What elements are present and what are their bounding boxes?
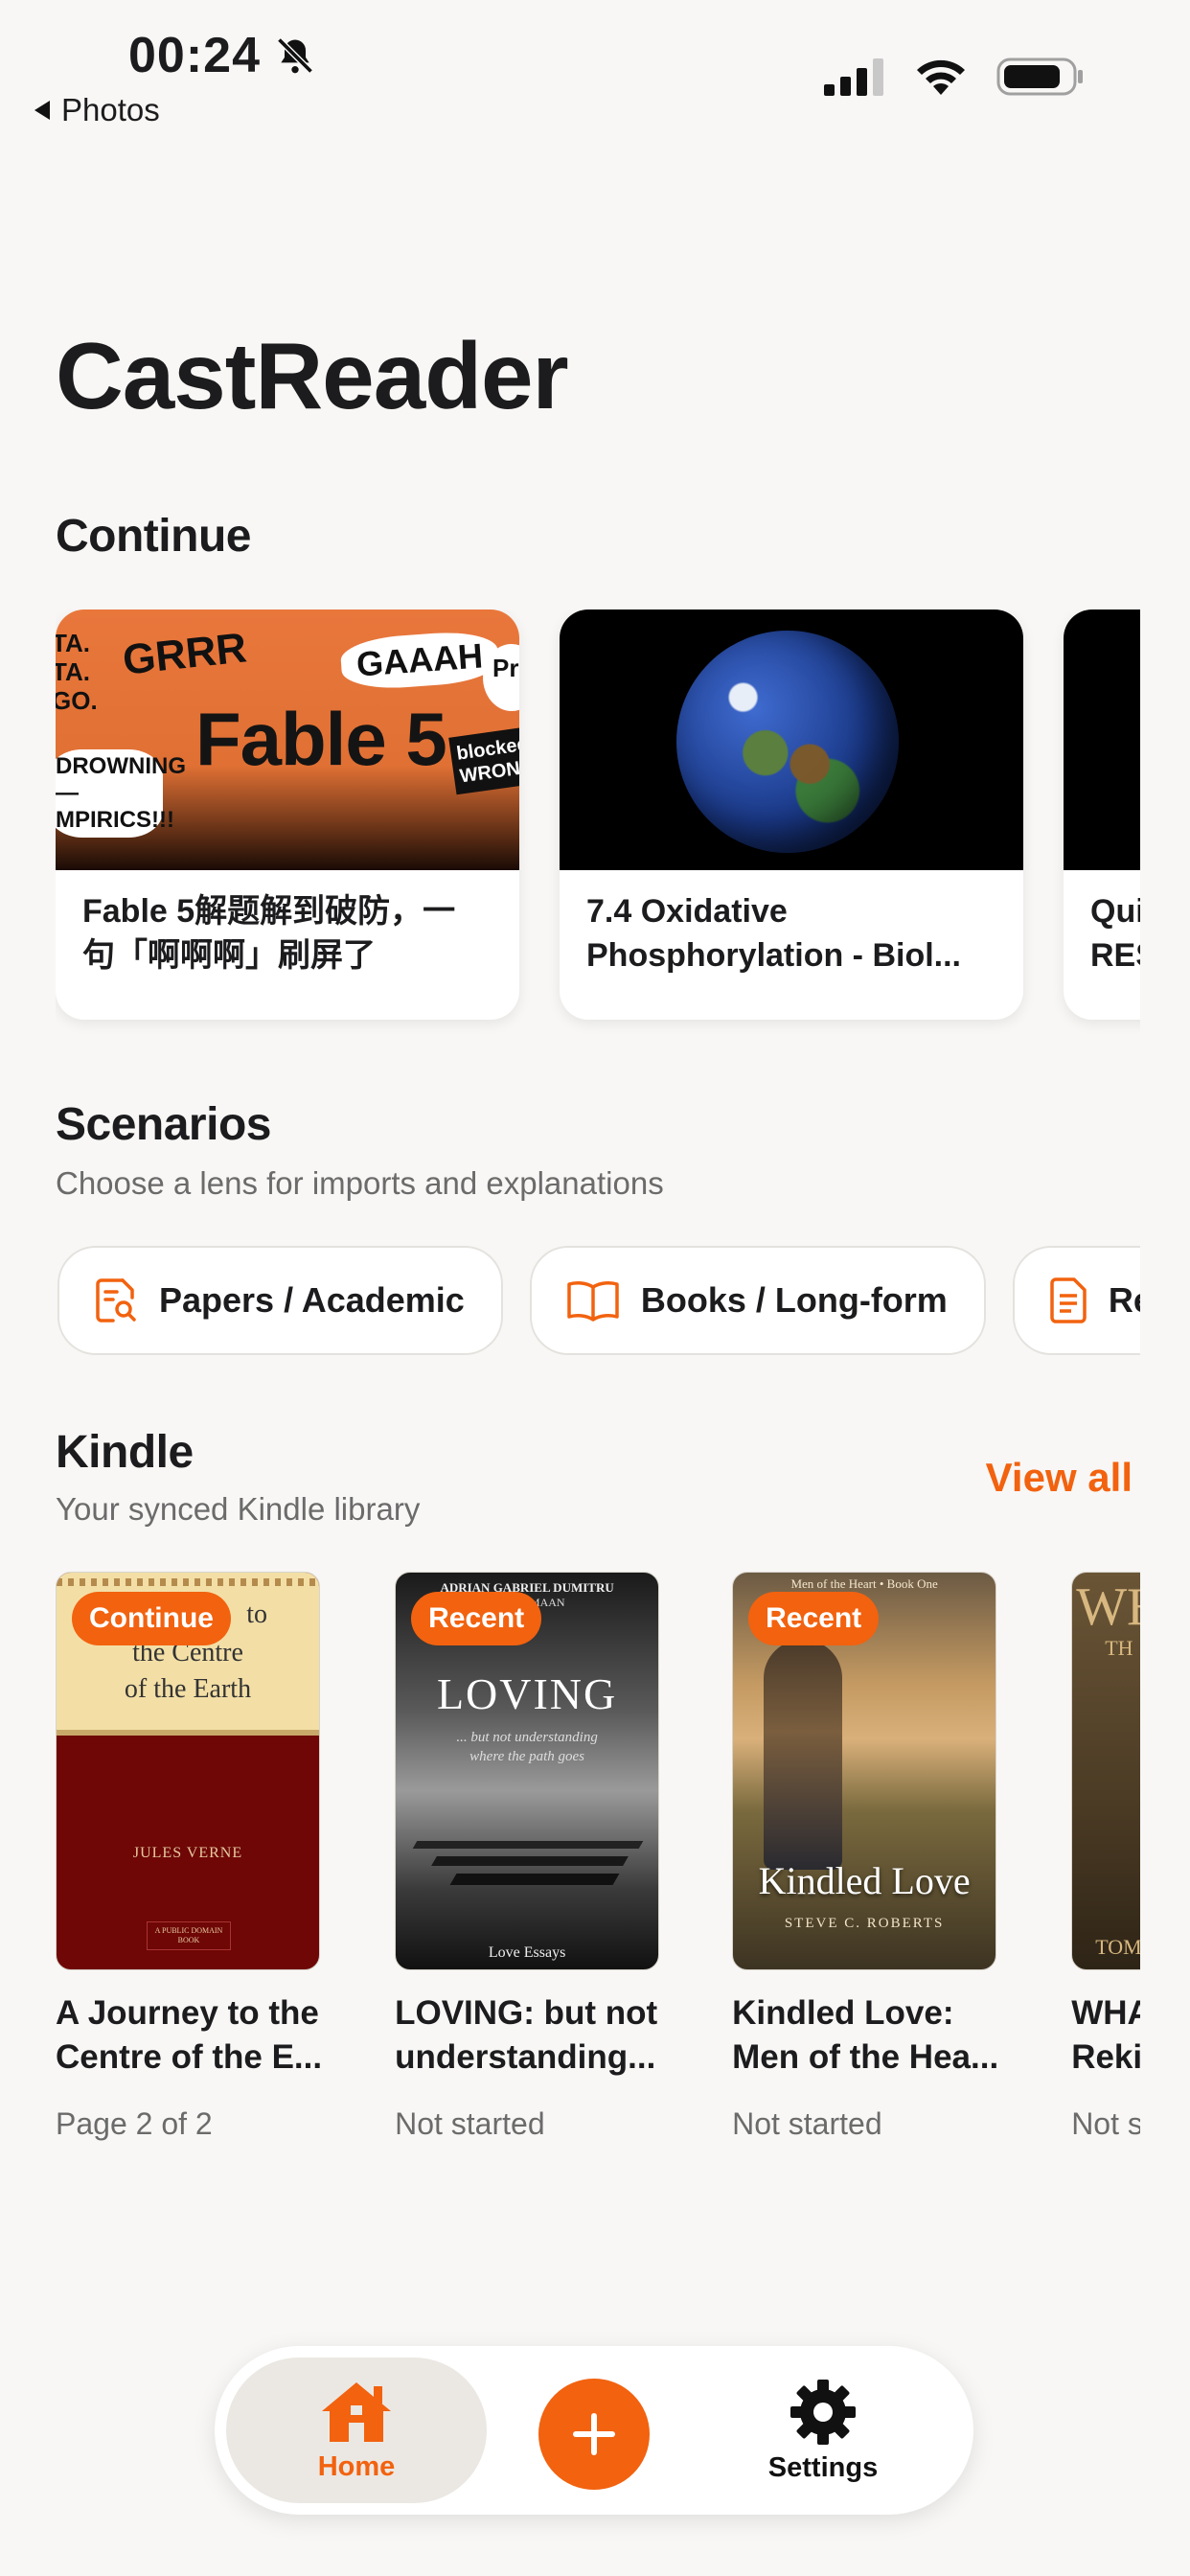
tab-home-label: Home [317, 2450, 396, 2482]
card-title-line: Qui [1090, 893, 1140, 930]
book-title-line: understanding... [395, 2038, 656, 2076]
book-title-line: Kindled Love: [732, 1994, 954, 2032]
continue-badge: Continue [72, 1592, 231, 1645]
recent-badge: Recent [748, 1592, 880, 1645]
wifi-icon [917, 59, 965, 95]
book-progress: Not started [395, 2106, 545, 2141]
book-item[interactable]: to the Centre of the Earth JULES VERNE A… [56, 1572, 322, 2142]
cover-text: of the Earth [124, 1674, 252, 1704]
cover-text: where the path goes [469, 1749, 585, 1764]
continue-card[interactable]: 7.4 Oxidative Phosphorylation - Biol... [560, 610, 1023, 1020]
add-button[interactable] [538, 2379, 650, 2490]
scenarios-subtitle: Choose a lens for imports and explanatio… [56, 1165, 664, 1201]
book-item[interactable]: ADRIAN GABRIEL DUMITRU ANA ESMAAN LOVING… [395, 1572, 660, 2142]
book-cover: ADRIAN GABRIEL DUMITRU ANA ESMAAN LOVING… [395, 1572, 660, 1970]
comic-word: DROWNING— MPIRICS!!! [56, 749, 186, 838]
document-icon [1050, 1277, 1087, 1323]
app-title: CastReader [56, 323, 569, 428]
chip-re[interactable]: Re [1012, 1246, 1140, 1355]
cover-text: TH [1105, 1636, 1133, 1660]
back-triangle-icon [34, 101, 50, 120]
continue-card[interactable]: Fable 5 GRRR GAAAH TA. TA. GO. DROWNING—… [56, 610, 519, 1020]
comic-word: blocked? WRON [448, 726, 519, 795]
book-item[interactable]: WH TH TOM WHA Reki Not s [1071, 1572, 1140, 2142]
cover-text: STEVE C. ROBERTS [784, 1916, 945, 1931]
book-item[interactable]: Men of the Heart • Book One Kindled Love… [732, 1572, 998, 2142]
fable-thumbnail: Fable 5 GRRR GAAAH TA. TA. GO. DROWNING—… [56, 610, 519, 870]
book-progress: Not s [1071, 2106, 1140, 2141]
book-title-line: Centre of the E... [56, 2038, 323, 2076]
cover-text: Men of the Heart • Book One [790, 1576, 938, 1591]
battery-icon [996, 58, 1083, 96]
tab-settings[interactable]: Settings [722, 2358, 924, 2503]
book-title-line: WHA [1071, 1994, 1140, 2032]
plus-icon [573, 2413, 615, 2455]
book-title-line: Reki [1071, 2038, 1140, 2076]
kindle-heading: Kindle [56, 1427, 194, 1478]
book-title-line: LOVING: but not [395, 1994, 658, 2032]
view-all-link[interactable]: View all [986, 1455, 1133, 1501]
card-title-line: Phosphorylation - Biol... [586, 937, 961, 974]
cover-text: A PUBLIC DOMAIN BOOK [147, 1921, 231, 1950]
scenario-chips[interactable]: Papers / Academic Books / Long-form Re [56, 1244, 1140, 1359]
chip-label: Papers / Academic [159, 1280, 465, 1320]
kindle-subtitle: Your synced Kindle library [56, 1491, 421, 1527]
card-title-line: 7.4 Oxidative [586, 893, 788, 930]
card-title-line: 句「啊啊啊」刷屏了 [82, 937, 376, 974]
earth-globe-image [676, 631, 899, 853]
earth-thumbnail [560, 610, 1023, 870]
book-cover: to the Centre of the Earth JULES VERNE A… [56, 1572, 320, 1970]
chip-papers-academic[interactable]: Papers / Academic [57, 1246, 503, 1355]
card-title-line: RES [1090, 937, 1140, 974]
continue-carousel[interactable]: Fable 5 GRRR GAAAH TA. TA. GO. DROWNING—… [56, 610, 1140, 1041]
status-indicators [824, 56, 1085, 98]
comic-word: GAAAH [339, 629, 500, 692]
card-title-line: Fable 5解题解到破防，一 [82, 893, 456, 930]
book-cover: Men of the Heart • Book One Kindled Love… [732, 1572, 997, 1970]
paper-search-icon [96, 1278, 136, 1322]
cover-text: Kindled Love [758, 1859, 971, 1902]
book-title-line: A Journey to the [56, 1994, 319, 2032]
tab-settings-label: Settings [767, 2451, 879, 2483]
cover-text: ... but not understanding [456, 1730, 598, 1745]
back-to-photos[interactable]: Photos [33, 92, 160, 128]
continue-card[interactable]: Qui RES [1064, 610, 1140, 1020]
book-progress: Not started [732, 2106, 882, 2141]
recent-badge: Recent [411, 1592, 542, 1645]
open-book-icon [567, 1281, 619, 1322]
cover-text: WH [1076, 1577, 1140, 1637]
cover-text: JULES VERNE [132, 1845, 243, 1861]
cover-text: LOVING [436, 1669, 618, 1718]
chip-label: Re [1108, 1280, 1140, 1320]
cover-text: TOM [1095, 1935, 1140, 1959]
bottom-tab-bar: Home Settings [215, 2346, 973, 2515]
gear-icon [790, 2379, 856, 2445]
status-time: 00:24 [128, 27, 316, 84]
cellular-signal-icon [824, 58, 883, 96]
bell-slash-icon [277, 37, 313, 74]
thumbnail-title: Fable 5 [195, 697, 447, 781]
house-icon [322, 2381, 391, 2442]
book-title-line: Men of the Hea... [732, 2038, 999, 2076]
book-cover: WH TH TOM [1071, 1572, 1140, 1970]
chip-books-long-form[interactable]: Books / Long-form [529, 1246, 986, 1355]
comic-word: TA. TA. GO. [56, 629, 98, 715]
book-progress: Page 2 of 2 [56, 2106, 213, 2141]
tab-home[interactable]: Home [226, 2358, 487, 2503]
chip-label: Books / Long-form [640, 1280, 948, 1320]
continue-heading: Continue [56, 511, 251, 562]
kindle-carousel[interactable]: to the Centre of the Earth JULES VERNE A… [56, 1572, 1140, 2166]
cover-text: Love Essays [488, 1944, 566, 1961]
comic-word: GRRR [120, 624, 249, 684]
scenarios-heading: Scenarios [56, 1099, 271, 1150]
card-thumbnail [1064, 610, 1140, 870]
